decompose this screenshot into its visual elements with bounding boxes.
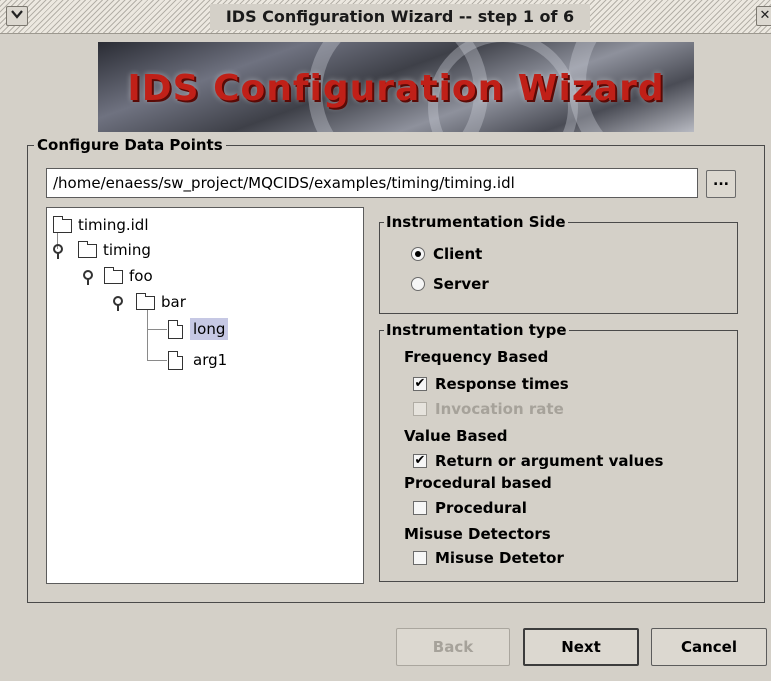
- file-icon: [168, 320, 183, 339]
- tree-node[interactable]: bar: [47, 291, 363, 313]
- close-icon: ✕: [759, 8, 771, 23]
- tree-node-label: arg1: [193, 351, 228, 369]
- wizard-banner: IDS Configuration Wizard: [98, 42, 694, 132]
- option-label: Response times: [435, 375, 569, 393]
- window-title: IDS Configuration Wizard -- step 1 of 6: [210, 4, 590, 30]
- option-label: Misuse Detetor: [435, 549, 564, 567]
- browse-button[interactable]: ...: [706, 170, 736, 198]
- folder-icon: [53, 216, 72, 233]
- tree-node-selected[interactable]: long: [47, 318, 363, 340]
- chevron-down-icon: [11, 8, 23, 23]
- checkbox-checked-icon: ✔: [413, 453, 427, 468]
- option-label: Return or argument values: [435, 452, 664, 470]
- back-button: Back: [396, 628, 510, 666]
- section-label-misuse: Misuse Detectors: [404, 525, 551, 543]
- folder-icon: [104, 267, 123, 284]
- group-title: Instrumentation type: [384, 320, 569, 340]
- tree-expand-handle-icon[interactable]: [53, 244, 63, 260]
- idl-path-field[interactable]: /home/enaess/sw_project/MQCIDS/examples/…: [46, 168, 698, 198]
- title-bar: IDS Configuration Wizard -- step 1 of 6 …: [0, 0, 771, 34]
- checkbox-checked-icon: ✔: [413, 376, 427, 391]
- folder-icon: [136, 293, 155, 310]
- tree-node[interactable]: timing: [47, 239, 363, 261]
- idl-tree-view[interactable]: timing.idl timing foo bar long arg1: [46, 207, 364, 584]
- option-label: Client: [433, 245, 483, 263]
- section-label-frequency: Frequency Based: [404, 348, 549, 366]
- window-menu-button[interactable]: [6, 6, 28, 26]
- checkbox-unchecked-icon: [413, 501, 427, 515]
- tree-expand-handle-icon[interactable]: [113, 296, 123, 312]
- checkbox-unchecked-icon: [413, 551, 427, 565]
- radio-unselected-icon: [411, 277, 425, 291]
- tree-node[interactable]: arg1: [47, 349, 363, 371]
- group-title: Configure Data Points: [34, 135, 226, 155]
- option-label: Invocation rate: [435, 400, 564, 418]
- file-icon: [168, 351, 183, 370]
- section-label-value: Value Based: [404, 427, 508, 445]
- option-label: Server: [433, 275, 489, 293]
- close-button[interactable]: ✕: [756, 6, 771, 26]
- banner-logo-text: IDS Configuration Wizard: [127, 68, 665, 109]
- tree-node-label: long: [190, 318, 229, 340]
- radio-selected-icon: [411, 247, 425, 261]
- tree-node-label: bar: [161, 293, 186, 311]
- next-button[interactable]: Next: [523, 628, 639, 666]
- checkbox-disabled-icon: [413, 402, 427, 416]
- tree-node-label: foo: [129, 267, 153, 285]
- folder-icon: [78, 241, 97, 258]
- tree-expand-handle-icon[interactable]: [83, 270, 93, 286]
- tree-node-label: timing: [103, 241, 151, 259]
- tree-node-label: timing.idl: [78, 216, 149, 234]
- option-label: Procedural: [435, 499, 527, 517]
- section-label-procedural: Procedural based: [404, 474, 552, 492]
- tree-node[interactable]: foo: [47, 265, 363, 287]
- group-title: Instrumentation Side: [384, 212, 568, 232]
- cancel-button[interactable]: Cancel: [651, 628, 767, 666]
- tree-node[interactable]: timing.idl: [47, 214, 363, 236]
- instrumentation-side-group: Instrumentation Side: [379, 212, 738, 314]
